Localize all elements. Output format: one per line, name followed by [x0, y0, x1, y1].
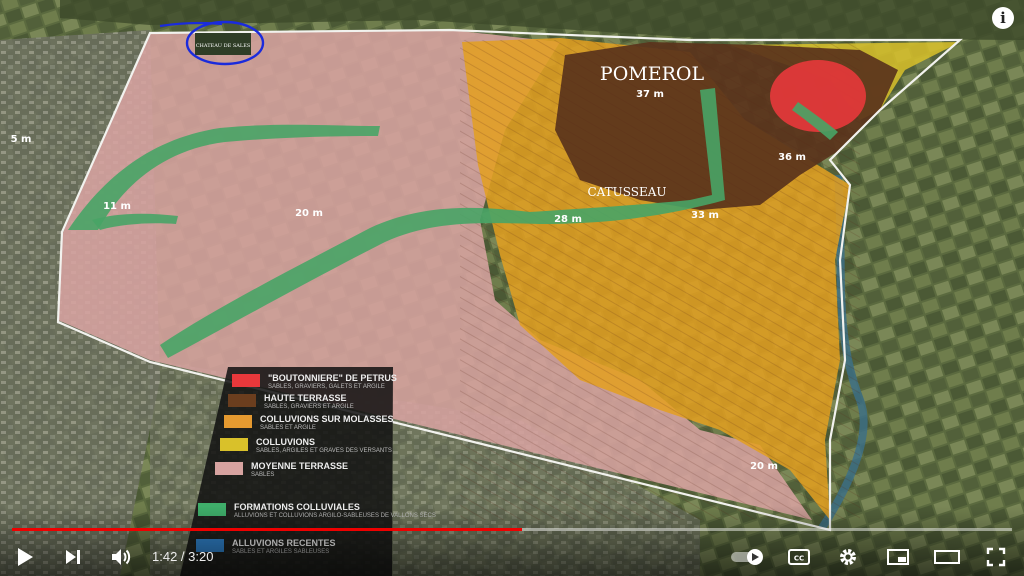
closed-captions-icon: CC	[788, 549, 810, 565]
elevation-5m: 5 m	[11, 134, 32, 145]
settings-button[interactable]	[834, 540, 862, 574]
gear-icon	[840, 549, 856, 565]
elevation-36m: 36 m	[778, 152, 806, 163]
video-frame: CHATEAU DE SALES POMEROL CATUSSEAU 37 m …	[0, 0, 1024, 576]
autoplay-toggle[interactable]	[728, 540, 768, 574]
svg-text:CC: CC	[794, 555, 804, 563]
fullscreen-button[interactable]	[982, 540, 1010, 574]
chateau-label: CHATEAU DE SALES	[196, 43, 251, 49]
elevation-20m-center: 20 m	[295, 208, 323, 219]
theater-mode-button[interactable]	[932, 540, 962, 574]
progress-played	[12, 528, 522, 531]
theater-mode-icon	[934, 550, 960, 564]
next-button[interactable]	[60, 540, 86, 574]
control-bar: 1:42 / 3:20 CC	[0, 540, 1024, 576]
info-button[interactable]: i	[992, 7, 1014, 29]
elevation-20m-south: 20 m	[750, 461, 778, 472]
elevation-11m: 11 m	[103, 201, 131, 212]
elevation-33m: 33 m	[691, 210, 719, 221]
play-icon	[18, 548, 33, 566]
elevation-37m: 37 m	[636, 89, 664, 100]
elevation-28m: 28 m	[554, 214, 582, 225]
fullscreen-icon	[986, 547, 1006, 567]
video-player[interactable]: CHATEAU DE SALES POMEROL CATUSSEAU 37 m …	[0, 0, 1024, 576]
subtitles-button[interactable]: CC	[785, 540, 813, 574]
volume-icon	[112, 549, 131, 565]
miniplayer-icon	[887, 549, 909, 565]
skip-next-icon	[66, 550, 80, 564]
play-button[interactable]	[12, 540, 38, 574]
time-display: 1:42 / 3:20	[152, 549, 214, 564]
progress-bar[interactable]	[12, 528, 1012, 531]
place-label-catusseau: CATUSSEAU	[587, 185, 666, 199]
autoplay-toggle-icon	[731, 549, 763, 565]
place-label-pomerol: POMEROL	[600, 63, 705, 85]
miniplayer-button[interactable]	[884, 540, 912, 574]
mute-button[interactable]	[106, 540, 136, 574]
